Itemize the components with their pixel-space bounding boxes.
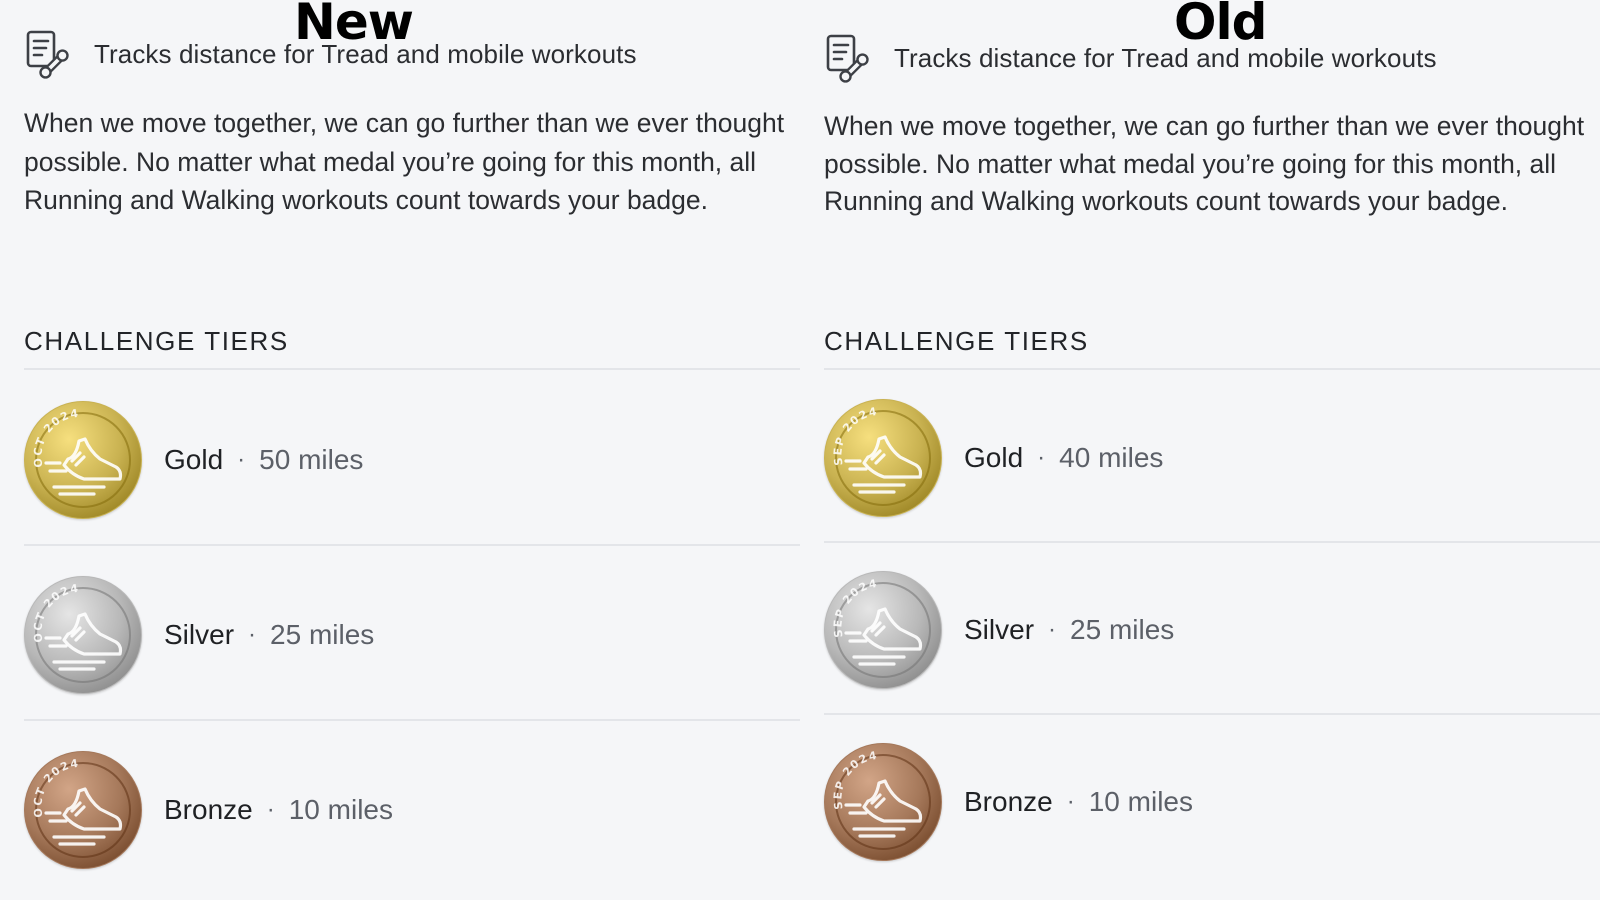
- tier-name: Gold: [164, 444, 224, 475]
- divider: [24, 719, 800, 721]
- challenge-description: When we move together, we can go further…: [824, 111, 1585, 216]
- tier-separator: ·: [1066, 788, 1075, 815]
- tier-distance: 25 miles: [270, 619, 375, 650]
- tier-name: Gold: [964, 442, 1024, 473]
- tier-separator: ·: [237, 446, 246, 473]
- comparison-screenshot: New Tracks distance for Tread and mobile…: [0, 0, 1600, 900]
- tier-separator: ·: [248, 621, 257, 648]
- panel-label-old: Old: [1174, 0, 1267, 51]
- tier-separator: ·: [266, 796, 275, 823]
- tier-row-silver: OCT 2024 Silver · 25 miles: [24, 575, 374, 695]
- tier-row-silver: SEP 2024 Silver · 25 miles: [824, 570, 1174, 690]
- divider: [824, 368, 1600, 370]
- tier-name: Silver: [964, 614, 1035, 645]
- tier-name: Bronze: [964, 786, 1053, 817]
- challenge-tiers-heading: CHALLENGE TIERS: [24, 326, 289, 356]
- panel-label-new: New: [294, 0, 414, 51]
- tier-name: Silver: [164, 619, 235, 650]
- challenge-description: When we move together, we can go further…: [24, 108, 785, 215]
- tier-row-gold: OCT 2024 Gold · 50 miles: [24, 400, 363, 520]
- old-challenge-panel: Old Tracks distance for Tread and mobile…: [800, 0, 1600, 900]
- tier-distance: 25 miles: [1070, 614, 1175, 645]
- divider: [824, 541, 1600, 543]
- gold-medal-icon: SEP 2024: [824, 399, 942, 517]
- tier-distance: 40 miles: [1059, 442, 1164, 473]
- tier-distance: 10 miles: [1088, 786, 1193, 817]
- clipboard-dumbbell-icon: [826, 34, 869, 83]
- divider: [24, 368, 800, 370]
- bronze-medal-icon: SEP 2024: [824, 743, 942, 861]
- divider: [24, 544, 800, 546]
- gold-medal-icon: OCT 2024: [24, 401, 142, 519]
- tier-separator: ·: [1048, 616, 1057, 643]
- tier-distance: 10 miles: [288, 794, 393, 825]
- tracks-row: Tracks distance for Tread and mobile wor…: [824, 32, 1437, 84]
- tier-row-bronze: SEP 2024 Bronze · 10 miles: [824, 742, 1193, 862]
- clipboard-dumbbell-icon: [26, 30, 69, 79]
- tier-row-gold: SEP 2024 Gold · 40 miles: [824, 398, 1163, 518]
- tier-row-bronze: OCT 2024 Bronze · 10 miles: [24, 750, 393, 870]
- bronze-medal-icon: OCT 2024: [24, 751, 142, 869]
- silver-medal-icon: SEP 2024: [824, 571, 942, 689]
- tier-name: Bronze: [164, 794, 253, 825]
- new-challenge-panel: New Tracks distance for Tread and mobile…: [0, 0, 800, 900]
- silver-medal-icon: OCT 2024: [24, 576, 142, 694]
- tier-distance: 50 miles: [259, 444, 364, 475]
- tracks-description: Tracks distance for Tread and mobile wor…: [894, 42, 1437, 73]
- tier-separator: ·: [1037, 444, 1046, 471]
- challenge-tiers-heading: CHALLENGE TIERS: [824, 326, 1089, 356]
- divider: [824, 713, 1600, 715]
